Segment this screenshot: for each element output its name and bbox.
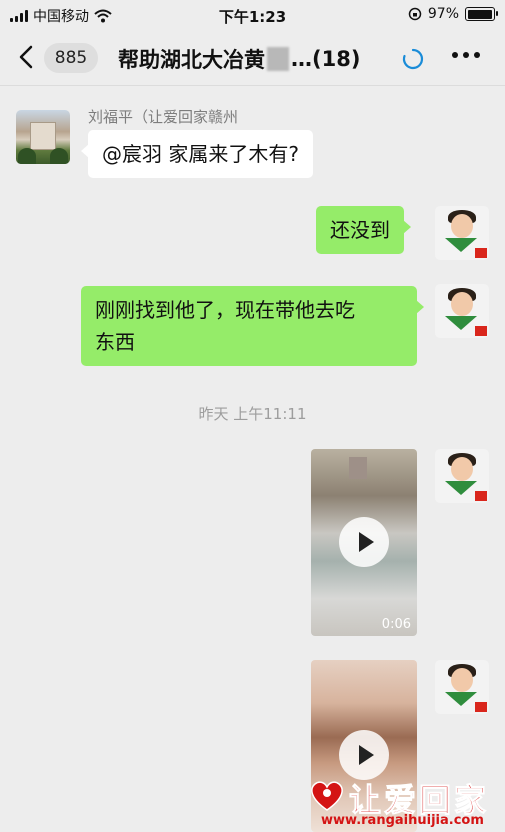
watermark: 让爱回家 www.rangaihuijia.com <box>303 773 503 832</box>
battery-icon <box>465 7 498 21</box>
play-icon[interactable] <box>339 517 389 567</box>
chat-title[interactable]: 帮助湖北大冶黄 …(18) <box>118 44 360 74</box>
my-avatar[interactable] <box>435 449 489 503</box>
loading-icon <box>402 48 424 70</box>
message-bubble-outgoing[interactable]: 还没到 <box>316 206 411 254</box>
message-line: 东西 <box>95 330 135 354</box>
my-avatar[interactable] <box>435 206 489 260</box>
pixelated-face <box>349 457 367 479</box>
video-duration: 0:06 <box>381 617 411 632</box>
watermark-url: www.rangaihuijia.com <box>321 813 484 828</box>
orientation-lock-icon <box>408 7 422 21</box>
chat-title-prefix: 帮助湖北大冶黄 <box>118 48 265 72</box>
status-bar: 中国移动 下午1:23 97% <box>0 0 505 30</box>
message-line: 刚刚找到他了，现在带他去吃 <box>95 298 355 322</box>
sender-avatar[interactable] <box>16 110 70 164</box>
message-bubble-incoming[interactable]: @宸羽 家属来了木有? <box>81 130 313 178</box>
battery-percent: 97% <box>427 6 459 22</box>
message-timestamp: 昨天 上午11:11 <box>198 405 307 423</box>
heart-logo-icon <box>311 781 343 811</box>
video-message[interactable]: 0:06 <box>311 449 417 636</box>
back-icon[interactable] <box>16 44 36 70</box>
unread-count-badge[interactable]: 885 <box>44 43 98 73</box>
my-avatar[interactable] <box>435 284 489 338</box>
my-avatar[interactable] <box>435 660 489 714</box>
redacted-block <box>267 47 289 71</box>
message-bubble-outgoing[interactable]: 刚刚找到他了，现在带他去吃 东西 <box>81 286 424 366</box>
chat-header: 885 帮助湖北大冶黄 …(18) <box>0 30 505 86</box>
sender-name: 刘福平（让爱回家赣州 <box>88 108 239 126</box>
chat-title-suffix: …(18) <box>291 47 361 71</box>
more-icon[interactable] <box>452 52 480 62</box>
